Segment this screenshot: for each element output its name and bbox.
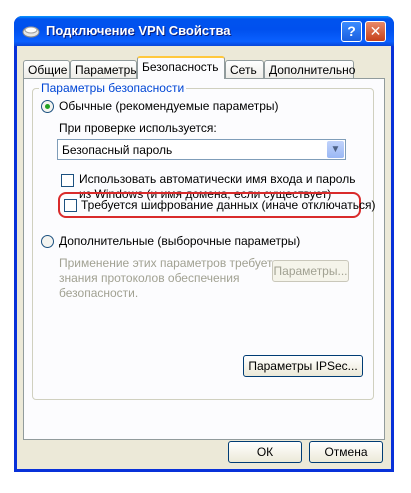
tab-general[interactable]: Общие xyxy=(23,60,70,79)
verify-identity-select[interactable]: Безопасный пароль ▼ xyxy=(57,139,346,160)
advanced-desc-line3: безопасности. xyxy=(59,286,139,300)
tab-options[interactable]: Параметры xyxy=(70,60,139,79)
advanced-radio-label: Дополнительные (выборочные параметры) xyxy=(59,234,301,248)
advanced-radio[interactable] xyxy=(41,235,54,248)
advanced-desc-line1: Применение этих параметров требует xyxy=(59,256,273,270)
ipsec-settings-button[interactable]: Параметры IPSec... xyxy=(243,355,363,377)
typical-radio-label: Обычные (рекомендуемые параметры) xyxy=(59,99,279,113)
help-button[interactable]: ? xyxy=(341,21,362,42)
window-title: Подключение VPN Свойства xyxy=(46,23,231,38)
advanced-desc-line2: знания протоколов обеспечения xyxy=(59,271,240,285)
auto-logon-label-line1: Использовать автоматически имя входа и п… xyxy=(79,172,356,186)
tab-security[interactable]: Безопасность xyxy=(137,56,225,79)
security-tab-panel: Параметры безопасности Обычные (рекоменд… xyxy=(23,78,385,440)
require-encryption-label: Требуется шифрование данных (иначе отклю… xyxy=(81,198,376,212)
title-bar[interactable]: Подключение VPN Свойства ? ✕ xyxy=(14,16,394,46)
verify-label: При проверке используется: xyxy=(59,121,217,135)
tab-network[interactable]: Сеть xyxy=(225,60,264,79)
close-button[interactable]: ✕ xyxy=(365,21,386,42)
tab-advanced[interactable]: Дополнительно xyxy=(264,60,355,79)
ok-button[interactable]: ОК xyxy=(228,441,302,463)
require-encryption-checkbox[interactable] xyxy=(64,199,77,212)
verify-selected-value: Безопасный пароль xyxy=(62,143,173,157)
cancel-button[interactable]: Отмена xyxy=(309,441,383,463)
chevron-down-icon[interactable]: ▼ xyxy=(327,141,344,158)
settings-button[interactable]: Параметры... xyxy=(272,260,349,282)
group-title: Параметры безопасности xyxy=(39,81,187,95)
security-options-group: Параметры безопасности Обычные (рекоменд… xyxy=(32,81,376,400)
network-connection-icon xyxy=(22,26,40,38)
auto-logon-checkbox[interactable] xyxy=(61,174,74,187)
properties-dialog: Подключение VPN Свойства ? ✕ Общие Парам… xyxy=(14,16,394,472)
radio-selected-dot xyxy=(45,104,50,109)
typical-radio[interactable] xyxy=(41,100,54,113)
